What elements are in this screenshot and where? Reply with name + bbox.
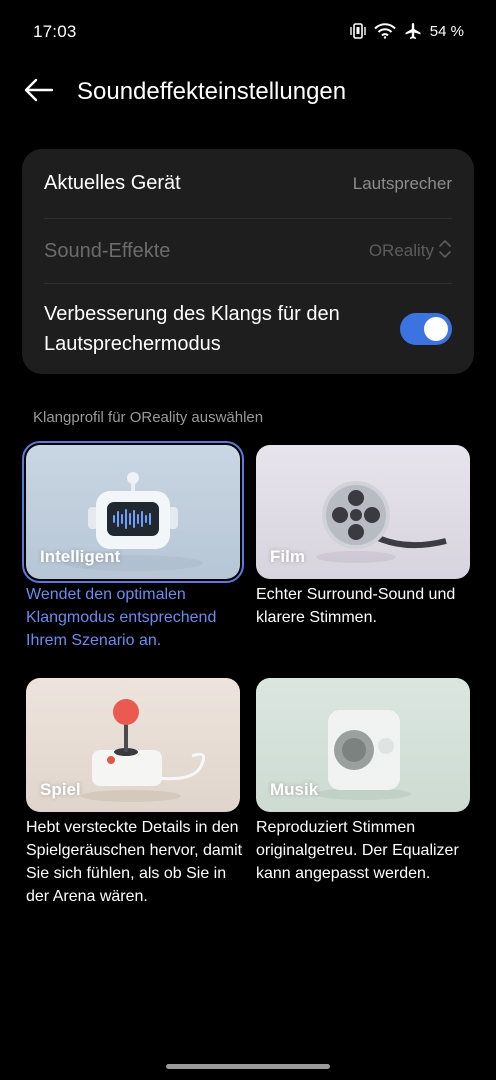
profile-tile-intelligent[interactable]: Intelligent: [22, 441, 244, 583]
profile-tile-music[interactable]: Musik: [256, 678, 470, 812]
sound-effects-value: OReality: [369, 239, 452, 264]
status-time: 17:03: [33, 22, 77, 41]
status-bar: 17:03 54 %: [0, 0, 496, 64]
tile-label-game: Spiel: [40, 780, 81, 799]
current-device-label: Aktuelles Gerät: [44, 172, 181, 194]
tile-desc-music: Reproduziert Stimmen originalgetreu. Der…: [256, 819, 459, 882]
enhancement-label: Verbesserung des Klangs für den Lautspre…: [44, 303, 340, 355]
tile-label-music: Musik: [270, 780, 319, 799]
sound-effects-row: Sound-Effekte OReality: [44, 219, 452, 284]
header: Soundeffekteinstellungen: [0, 70, 496, 114]
status-icons: 54 %: [350, 22, 464, 40]
tile-label-film: Film: [270, 547, 305, 566]
sound-effects-label: Sound-Effekte: [44, 239, 171, 262]
settings-card: Aktuelles Gerät Lautsprecher Sound-Effek…: [22, 149, 474, 374]
back-button[interactable]: [22, 76, 56, 108]
page-title: Soundeffekteinstellungen: [77, 78, 347, 105]
home-indicator[interactable]: [166, 1064, 330, 1069]
airplane-icon: [404, 22, 422, 40]
sound-effects-value-text: OReality: [368, 241, 434, 260]
vibrate-icon: [350, 22, 366, 40]
enhancement-toggle[interactable]: [400, 313, 452, 345]
arrow-left-icon: [24, 78, 54, 107]
battery-text: 54 %: [429, 22, 464, 40]
wifi-icon: [374, 23, 396, 39]
enhancement-row: Verbesserung des Klangs für den Lautspre…: [44, 284, 452, 374]
chevron-updown-icon: [438, 239, 452, 264]
current-device-row[interactable]: Aktuelles Gerät Lautsprecher: [44, 149, 452, 219]
tile-desc-intelligent: Wendet den optimalen Klangmodus entsprec…: [26, 586, 217, 649]
tile-desc-game: Hebt versteckte Details in den Spielgerä…: [26, 819, 243, 905]
tile-label-intelligent: Intelligent: [40, 547, 121, 566]
toggle-knob: [424, 317, 448, 341]
profile-tile-game[interactable]: Spiel: [26, 678, 240, 812]
current-device-value: Lautsprecher: [352, 173, 452, 193]
profile-tile-film[interactable]: Film: [256, 445, 470, 579]
tile-desc-film: Echter Surround-Sound und klarere Stimme…: [256, 586, 456, 626]
profile-section-title: Klangprofil für OReality auswählen: [33, 409, 264, 426]
